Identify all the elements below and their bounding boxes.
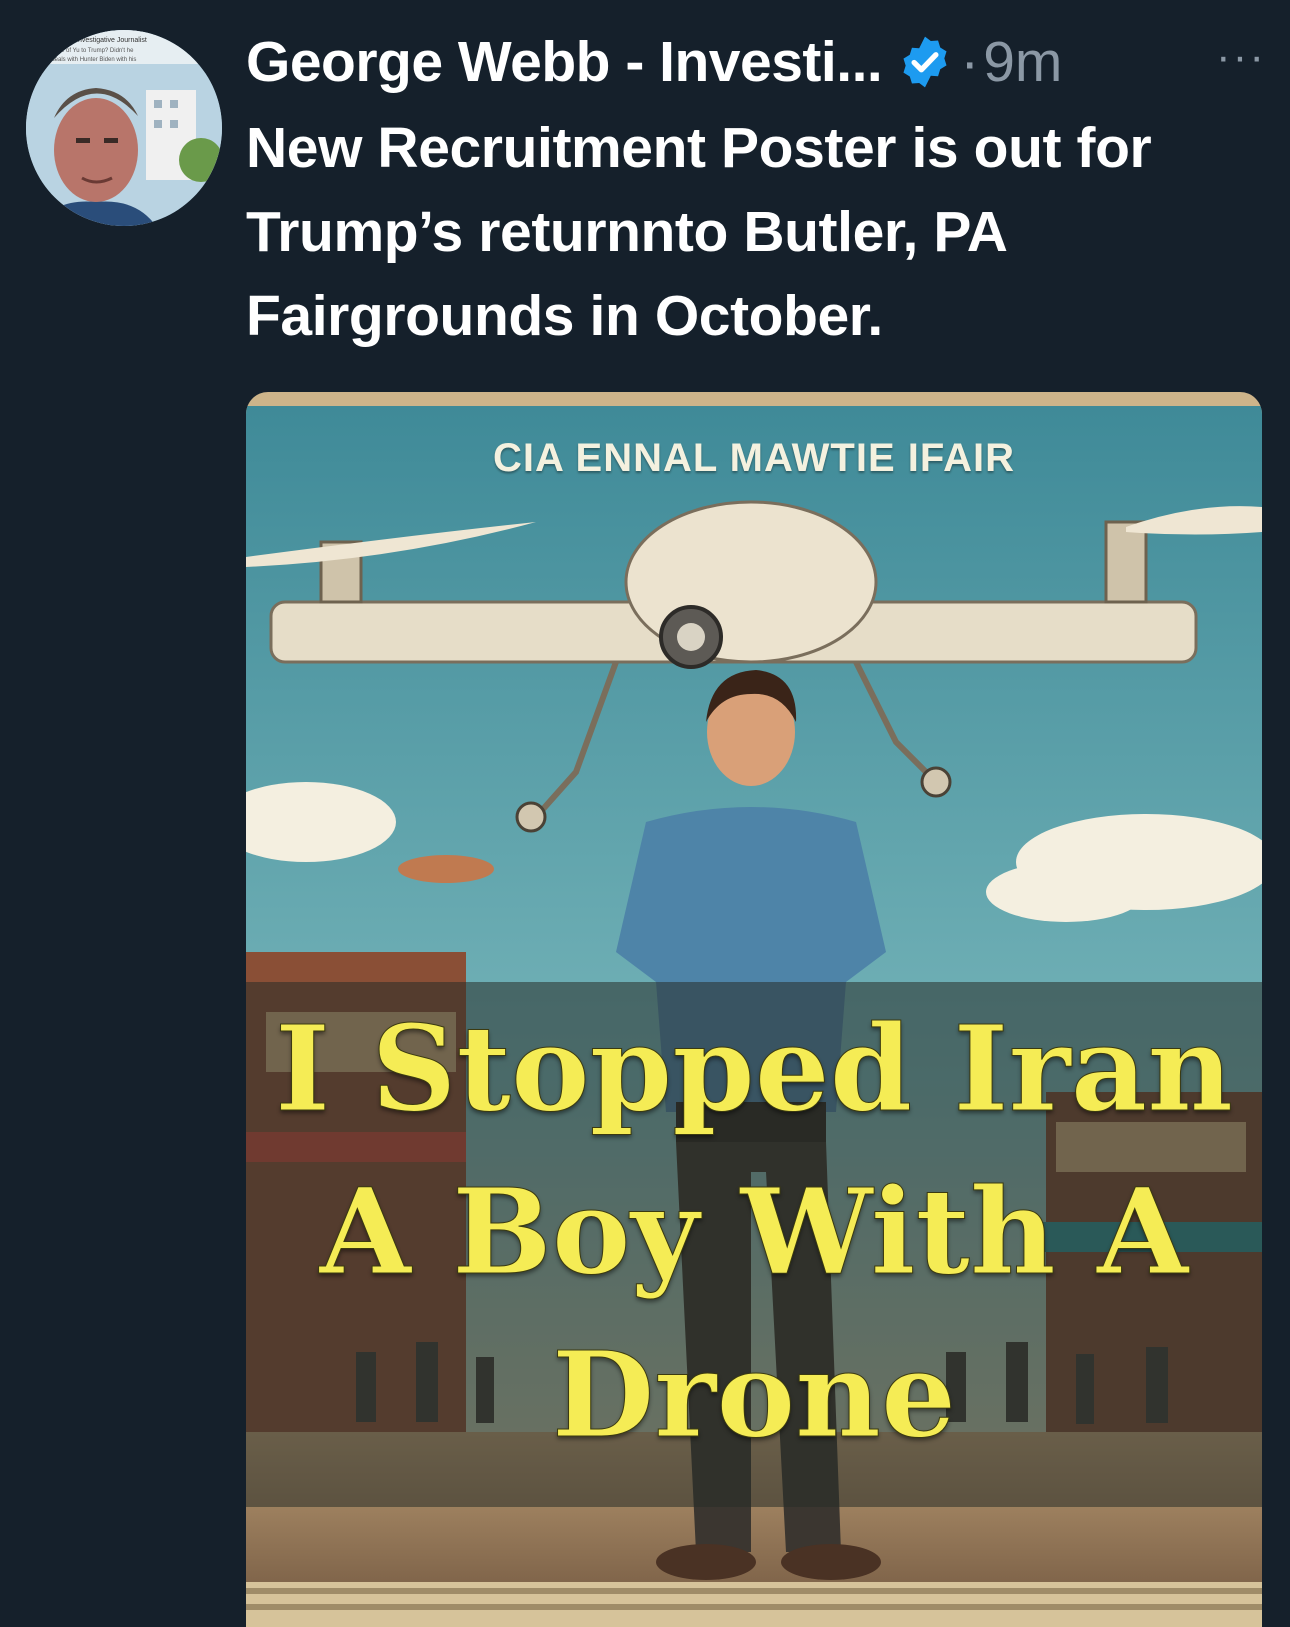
- tweet[interactable]: Investigative Journalist me of Yu to Tru…: [0, 0, 1290, 1627]
- verified-badge-icon: [896, 33, 954, 91]
- author-name[interactable]: George Webb - Investi...: [246, 29, 883, 95]
- poster-title: CIA ENNAL MAWTIE IFAIR: [493, 436, 1015, 480]
- author-avatar[interactable]: Investigative Journalist me of Yu to Tru…: [26, 30, 222, 226]
- avatar-caption-line: Investigative Journalist: [76, 37, 147, 44]
- separator-dot: ·: [960, 30, 980, 94]
- avatar-image: Investigative Journalist me of Yu to Tru…: [26, 30, 222, 226]
- tweet-timestamp[interactable]: 9m: [983, 29, 1062, 95]
- more-options-icon[interactable]: ···: [1216, 32, 1266, 82]
- tweet-text: New Recruitment Poster is out for Trump’…: [246, 116, 1152, 348]
- caption-line-1: I Stopped Iran: [274, 999, 1233, 1138]
- avatar-caption-line: me of Yu to Trump? Didn't he: [56, 48, 134, 54]
- caption-line-2: A Boy With A: [319, 1162, 1189, 1301]
- caption-line-3: Drone: [551, 1325, 957, 1464]
- tweet-media-image[interactable]: CIA ENNAL MAWTIE IFAIR I Stopped Iran A …: [246, 392, 1262, 1627]
- avatar-caption-line: ons deals with Hunter Biden with his: [40, 57, 136, 63]
- tweet-header: George Webb - Investi... · 9m ···: [246, 22, 1266, 102]
